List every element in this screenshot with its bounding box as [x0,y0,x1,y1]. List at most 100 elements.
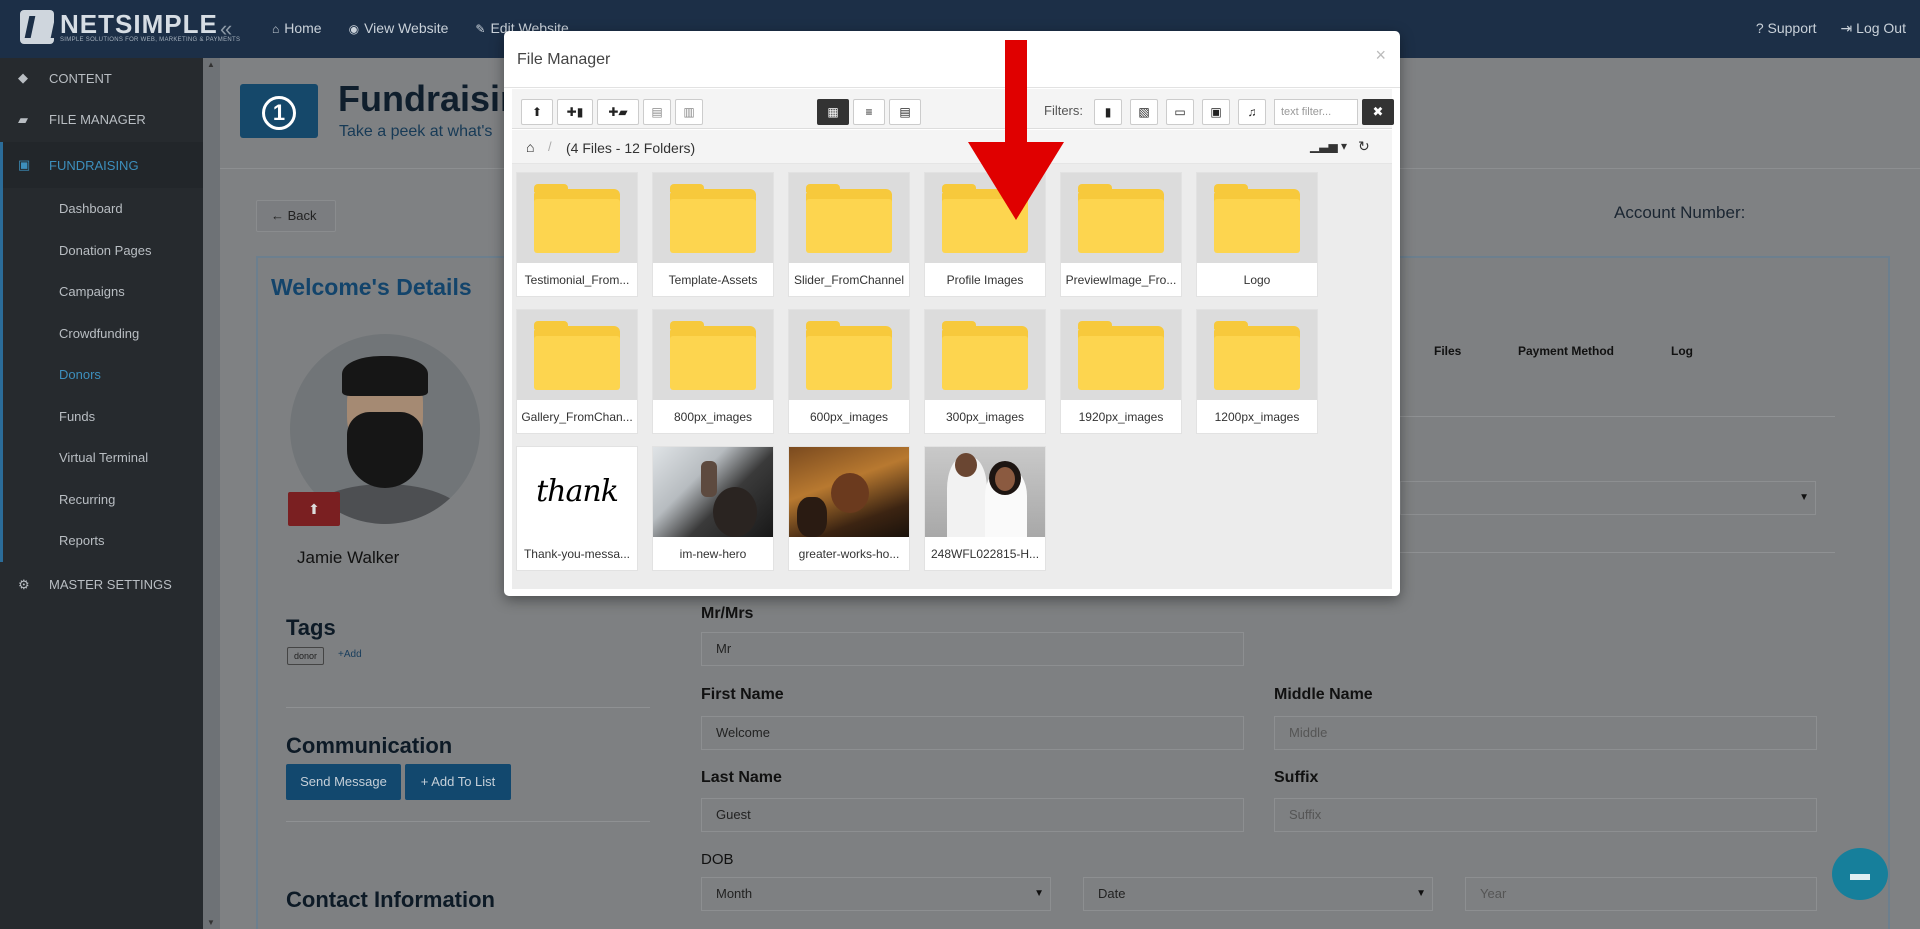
filter-documents[interactable]: ▮ [1094,99,1122,125]
add-to-list-button[interactable]: + Add To List [405,764,511,800]
paste-button[interactable]: ▥ [675,99,703,125]
sidebar-scrollbar[interactable]: ▲ ▼ [203,58,220,929]
folder-item[interactable]: Template-Assets [652,172,774,297]
scroll-up-icon[interactable]: ▲ [207,60,215,69]
folder-item[interactable]: 1200px_images [1196,309,1318,434]
folder-icon [1078,184,1164,253]
new-folder-button[interactable]: ✚▰ [597,99,639,125]
nav-home[interactable]: ⌂ Home [272,20,322,36]
sidebar-item-master-settings[interactable]: ⚙ MASTER SETTINGS [0,562,203,608]
folder-icon [806,321,892,390]
brand-name: NETSIMPLE [60,9,218,39]
sidebar-sub-donors[interactable]: Donors [3,354,203,396]
refresh-icon[interactable]: ↻ [1358,138,1370,155]
file-item[interactable]: greater-works-ho... [788,446,910,571]
clear-filter-button[interactable]: ✖ [1362,99,1394,125]
file-item[interactable]: 248WFL022815-H... [924,446,1046,571]
detail-view-button[interactable]: ▤ [889,99,921,125]
new-folder-icon: ✚▰ [608,105,628,119]
support-link[interactable]: ? Support [1756,20,1817,37]
edit-icon: ✎ [475,22,486,36]
sidebar-item-fundraising[interactable]: ▣ FUNDRAISING [0,142,203,188]
scroll-down-icon[interactable]: ▼ [207,918,215,927]
middle-name-label: Middle Name [1274,686,1373,703]
sidebar-item-file-manager[interactable]: ▰ FILE MANAGER [0,97,203,142]
suffix-label: Suffix [1274,769,1319,786]
brand-tagline: SIMPLE SOLUTIONS FOR WEB, MARKETING & PA… [60,37,241,43]
text-filter-input[interactable]: text filter... [1274,99,1358,125]
filter-audio[interactable]: ♫ [1238,99,1266,125]
folder-item[interactable]: 1920px_images [1060,309,1182,434]
sidebar-sub-funds[interactable]: Funds [3,396,203,438]
sidebar-sub-dashboard[interactable]: Dashboard [3,188,203,230]
copy-button[interactable]: ▤ [643,99,671,125]
diamond-icon: ◆ [18,70,28,85]
tab-log[interactable]: Log [1671,344,1693,358]
sidebar-sub-donation-pages[interactable]: Donation Pages [3,230,203,272]
logout-icon: ⇥ [1840,20,1853,36]
gear-icon: ⚙ [18,576,30,592]
chevron-down-icon: ▼ [1799,492,1809,503]
tab-payment-method[interactable]: Payment Method [1518,344,1614,358]
select-field[interactable]: ▼ [1400,481,1816,515]
file-item[interactable]: im-new-hero [652,446,774,571]
tab-files[interactable]: Files [1434,344,1461,358]
grid-view-button[interactable]: ▦ [817,99,849,125]
list-view-button[interactable]: ≡ [853,99,885,125]
list-icon: ≡ [865,105,873,119]
dob-date-select[interactable]: Date ▼ [1083,877,1433,911]
filter-video[interactable]: ▣ [1202,99,1230,125]
sidebar-item-content[interactable]: ◆ CONTENT [0,59,203,97]
filter-archives[interactable]: ▭ [1166,99,1194,125]
folder-item[interactable]: Logo [1196,172,1318,297]
file-item[interactable]: thank youThank-you-messa... [516,446,638,571]
folder-icon [1214,184,1300,253]
thumbnail-image: thank you [517,447,637,537]
details-title: Welcome's Details [271,274,472,300]
sidebar-sub-crowdfunding[interactable]: Crowdfunding [3,313,203,355]
sidebar-sub-campaigns[interactable]: Campaigns [3,271,203,313]
filter-images[interactable]: ▧ [1130,99,1158,125]
nav-view-website[interactable]: ◉ View Website [349,20,449,36]
add-tag-link[interactable]: +Add [338,649,362,660]
back-button[interactable]: ← Back [256,200,336,232]
folder-item[interactable]: 600px_images [788,309,910,434]
folder-icon [534,184,620,253]
last-name-field[interactable]: Guest [701,798,1244,832]
sidebar-sub-recurring[interactable]: Recurring [3,479,203,521]
suffix-field[interactable]: Suffix [1274,798,1817,832]
collapse-sidebar-icon[interactable]: « [220,16,232,42]
tag-chip[interactable]: donor [287,647,325,665]
logout-link[interactable]: ⇥ Log Out [1841,20,1906,37]
folder-item[interactable]: Gallery_FromChan... [516,309,638,434]
upload-file-button[interactable]: ⬆ [521,99,553,125]
first-name-field[interactable]: Welcome [701,716,1244,750]
home-icon[interactable]: ⌂ [526,139,534,155]
file-count: (4 Files - 12 Folders) [566,140,696,156]
sort-dropdown-icon[interactable]: ▁▃▅ ▾ [1310,139,1347,153]
folder-item[interactable]: Slider_FromChannel [788,172,910,297]
thumbnail-image [925,447,1045,537]
sidebar-sub-reports[interactable]: Reports [3,520,203,562]
arrow-left-icon: ← [271,208,284,223]
sidebar-sub-virtual-terminal[interactable]: Virtual Terminal [3,437,203,479]
file-toolbar: ⬆ ✚▮ ✚▰ ▤ ▥ ▦ ≡ ▤ Filters: ▮ ▧ ▭ ▣ ♫ tex… [512,89,1394,129]
dob-month-select[interactable]: Month ▼ [701,877,1051,911]
prefix-select[interactable]: Mr [701,632,1244,666]
brand-logo[interactable]: NETSIMPLE SIMPLE SOLUTIONS FOR WEB, MARK… [20,10,240,44]
middle-name-field[interactable]: Middle [1274,716,1817,750]
upload-photo-button[interactable]: ⬆ [288,492,340,526]
prefix-label: Mr/Mrs [701,605,754,622]
send-message-button[interactable]: Send Message [286,764,401,800]
folder-item[interactable]: 300px_images [924,309,1046,434]
folder-item[interactable]: PreviewImage_Fro... [1060,172,1182,297]
chat-widget-button[interactable]: ▬ [1832,848,1888,900]
dob-year-field[interactable]: Year [1465,877,1817,911]
close-icon[interactable]: × [1375,45,1386,66]
new-file-button[interactable]: ✚▮ [557,99,593,125]
money-icon: ▣ [18,157,31,172]
folder-item[interactable]: 800px_images [652,309,774,434]
clipboard-check-icon: ▤ [651,105,663,119]
grid-icon: ▦ [827,105,839,119]
folder-item[interactable]: Testimonial_From... [516,172,638,297]
